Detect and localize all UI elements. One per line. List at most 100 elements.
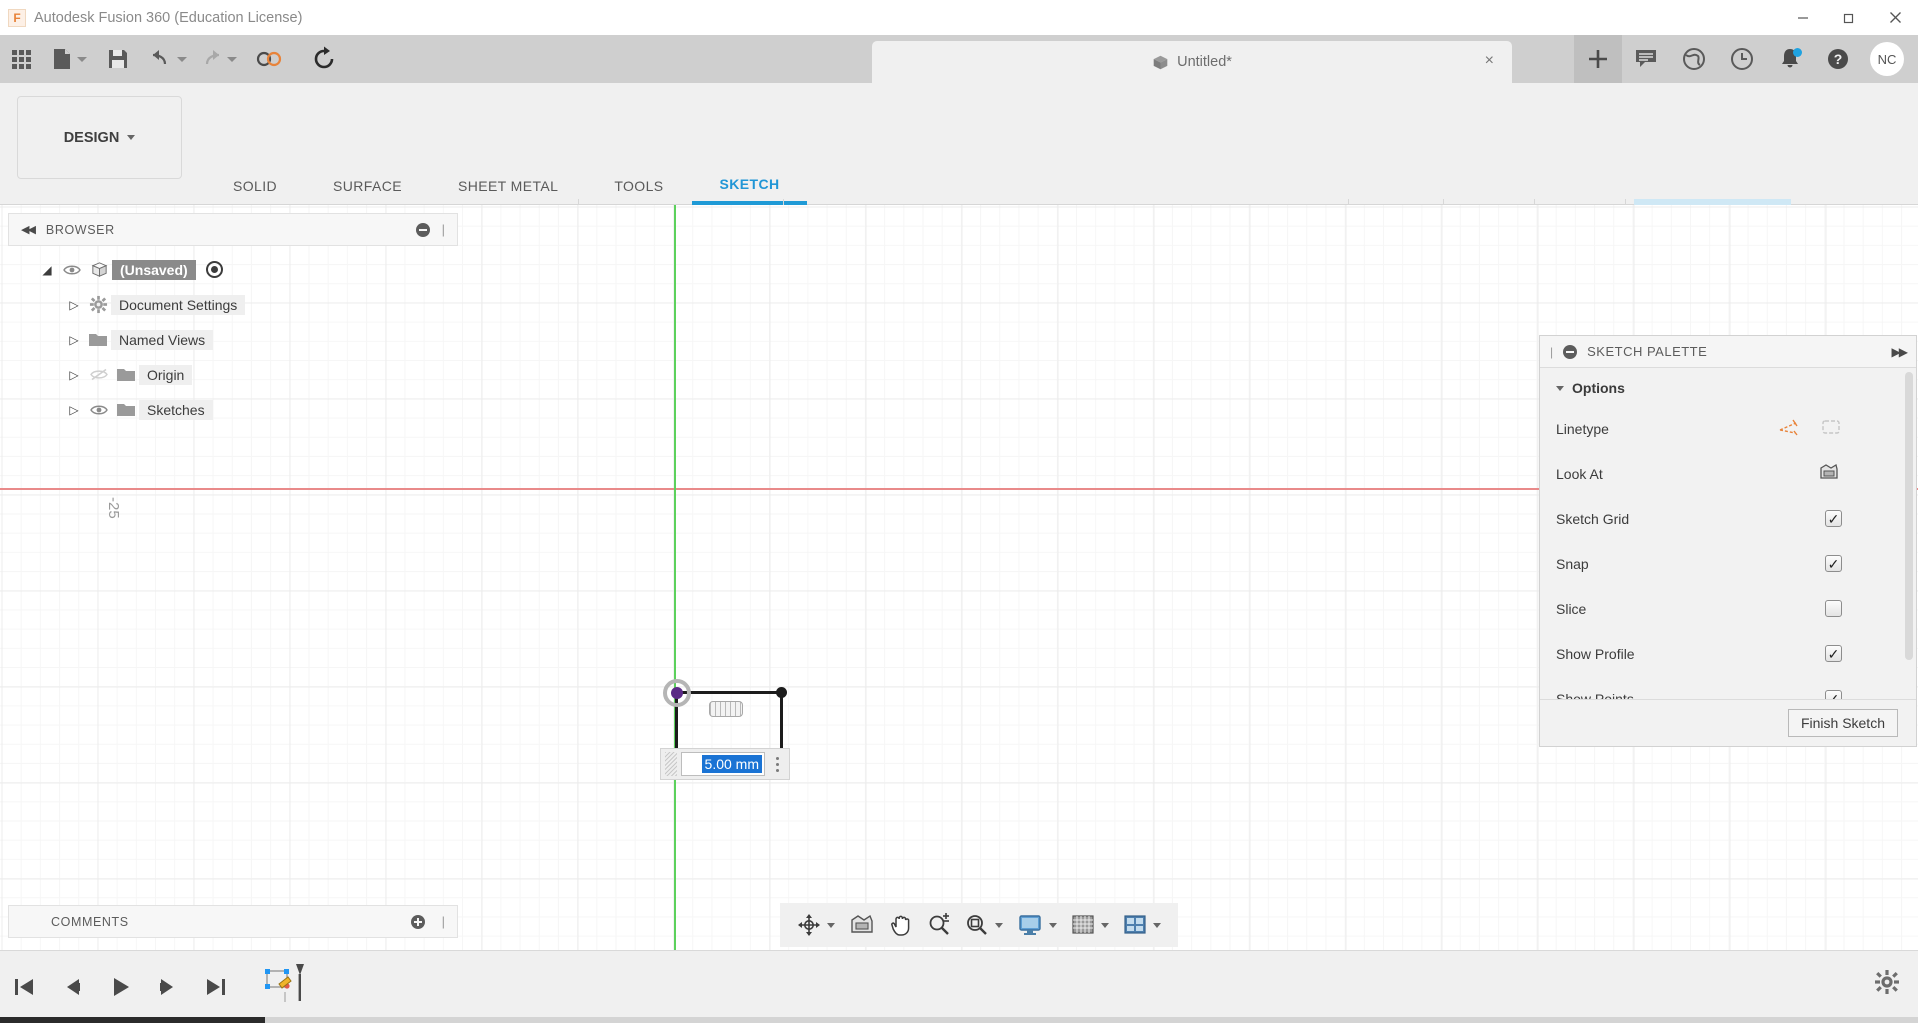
sketch-palette-title: SKETCH PALETTE: [1587, 344, 1708, 359]
tree-node-label: Origin: [139, 364, 193, 385]
document-tab-close-icon[interactable]: ×: [1485, 53, 1494, 69]
expand-arrow-icon[interactable]: ▷: [63, 403, 85, 417]
workspace-switcher-button[interactable]: DESIGN: [17, 96, 182, 179]
sketch-origin-point[interactable]: [663, 679, 691, 707]
sketch-grid-checkbox[interactable]: ✓: [1825, 510, 1842, 527]
chevron-down-icon[interactable]: [1153, 922, 1161, 928]
tree-node-origin[interactable]: ▷ Origin: [8, 357, 458, 392]
quick-access-items: [0, 35, 353, 83]
dimension-input-box[interactable]: 5.00 mm: [660, 748, 790, 780]
visibility-eye-icon[interactable]: [85, 404, 113, 416]
help-icon[interactable]: ?: [1814, 35, 1862, 83]
palette-drag-handle[interactable]: |: [1550, 345, 1553, 359]
new-file-icon[interactable]: [45, 35, 93, 83]
timeline-feature-sketch[interactable]: [264, 962, 306, 1013]
minus-circle-icon[interactable]: [415, 222, 430, 237]
sketch-end-point[interactable]: [776, 687, 787, 698]
show-profile-checkbox[interactable]: ✓: [1825, 645, 1842, 662]
zoom-icon[interactable]: [920, 913, 958, 937]
window-controls: [1780, 0, 1918, 35]
option-row-show-profile[interactable]: Show Profile ✓: [1540, 631, 1916, 676]
chevron-down-icon: [227, 56, 237, 62]
collapse-left-icon[interactable]: ◀◀: [21, 223, 36, 236]
window-title: Autodesk Fusion 360 (Education License): [34, 9, 303, 26]
browser-title: BROWSER: [45, 222, 115, 237]
redo-icon[interactable]: [193, 35, 243, 83]
activate-component-radio[interactable]: [205, 261, 223, 278]
tree-node-document-settings[interactable]: ▷ Document Settings: [8, 287, 458, 322]
app-grid-icon[interactable]: [0, 35, 45, 83]
chevron-down-icon[interactable]: [827, 922, 835, 928]
expand-arrow-icon[interactable]: ▷: [63, 368, 85, 382]
visibility-eye-icon[interactable]: [58, 264, 86, 276]
expand-arrow-icon[interactable]: ▷: [63, 333, 85, 347]
options-section-header[interactable]: Options: [1540, 368, 1916, 406]
look-at-icon[interactable]: [1818, 463, 1840, 484]
taskbar-strip: [0, 1017, 1918, 1023]
centerline-icon[interactable]: [1820, 418, 1842, 439]
step-back-icon[interactable]: [48, 962, 96, 1012]
option-row-slice[interactable]: Slice: [1540, 586, 1916, 631]
tree-node-sketches[interactable]: ▷ Sketches: [8, 392, 458, 427]
dimension-options-icon[interactable]: [769, 752, 785, 776]
pan-hand-icon[interactable]: [882, 913, 920, 937]
comments-panel-header[interactable]: COMMENTS |: [8, 905, 458, 938]
folder-icon: [85, 331, 111, 348]
fit-icon[interactable]: [958, 913, 1010, 937]
minus-circle-icon[interactable]: [1563, 344, 1578, 359]
undo-icon[interactable]: [143, 35, 193, 83]
plus-circle-icon[interactable]: [411, 914, 425, 929]
option-row-snap[interactable]: Snap ✓: [1540, 541, 1916, 586]
option-row-sketch-grid[interactable]: Sketch Grid ✓: [1540, 496, 1916, 541]
navigation-toolbar: [780, 903, 1178, 947]
expand-arrow-icon[interactable]: ◢: [36, 263, 58, 277]
option-label: Linetype: [1556, 420, 1609, 437]
horizontal-constraint-glyph[interactable]: [709, 701, 743, 717]
comments-resize-handle[interactable]: |: [442, 914, 445, 929]
avatar[interactable]: NC: [1870, 42, 1904, 76]
viewports-icon[interactable]: [1116, 914, 1168, 936]
sketch-line-right[interactable]: [780, 691, 783, 751]
slice-checkbox[interactable]: [1825, 600, 1842, 617]
notifications-bell-icon[interactable]: [1766, 35, 1814, 83]
comment-icon[interactable]: [1622, 35, 1670, 83]
step-forward-icon[interactable]: [144, 962, 192, 1012]
chevron-down-icon[interactable]: [995, 922, 1003, 928]
look-at-icon[interactable]: [842, 914, 882, 936]
orbit-icon[interactable]: [790, 913, 842, 937]
dimension-input-field[interactable]: 5.00 mm: [681, 752, 765, 776]
chevron-down-icon: [1556, 385, 1564, 391]
tree-node-named-views[interactable]: ▷ Named Views: [8, 322, 458, 357]
expand-right-icon[interactable]: ▶▶: [1892, 345, 1909, 359]
globe-icon[interactable]: [1670, 35, 1718, 83]
refresh-icon[interactable]: [295, 35, 353, 83]
option-row-show-points[interactable]: Show Points ✓: [1540, 676, 1916, 700]
drag-grip-icon[interactable]: [665, 752, 677, 776]
document-tab[interactable]: Untitled* ×: [872, 41, 1512, 83]
sketch-line-top[interactable]: [676, 691, 781, 694]
finish-sketch-button[interactable]: Finish Sketch: [1787, 709, 1898, 737]
construction-line-icon[interactable]: [1778, 418, 1800, 439]
jump-start-icon[interactable]: [0, 962, 48, 1012]
browser-resize-handle[interactable]: |: [442, 222, 445, 237]
visibility-eye-off-icon[interactable]: [85, 368, 113, 381]
restore-button[interactable]: [1826, 0, 1872, 35]
display-settings-icon[interactable]: [1010, 913, 1064, 937]
snap-checkbox[interactable]: ✓: [1825, 555, 1842, 572]
expand-arrow-icon[interactable]: ▷: [63, 298, 85, 312]
save-icon[interactable]: [93, 35, 143, 83]
close-button[interactable]: [1872, 0, 1918, 35]
play-icon[interactable]: [96, 962, 144, 1012]
option-label: Look At: [1556, 465, 1603, 482]
chevron-down-icon[interactable]: [1101, 922, 1109, 928]
gear-icon[interactable]: [1874, 969, 1900, 1000]
chevron-down-icon[interactable]: [1049, 922, 1057, 928]
link-icon[interactable]: [243, 35, 295, 83]
grid-snaps-icon[interactable]: [1064, 914, 1116, 936]
jump-end-icon[interactable]: [192, 962, 240, 1012]
add-tab-icon[interactable]: [1574, 35, 1622, 83]
tree-node-unsaved[interactable]: ◢ (Unsaved): [8, 252, 458, 287]
job-status-icon[interactable]: [1718, 35, 1766, 83]
palette-scrollbar[interactable]: [1905, 372, 1913, 660]
minimize-button[interactable]: [1780, 0, 1826, 35]
